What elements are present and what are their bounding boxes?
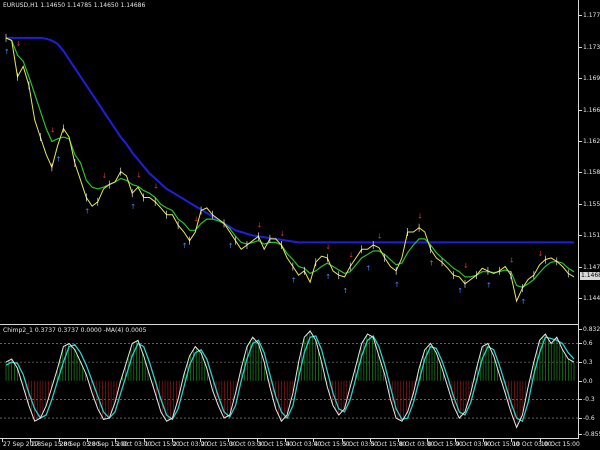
price-axis-label: 1.14795 bbox=[583, 263, 600, 271]
buy-arrow-icon: ↑ bbox=[291, 277, 297, 285]
price-axis-label: 1.14430 bbox=[583, 295, 600, 303]
oscillator-axis-label: -0.8555 bbox=[583, 431, 600, 438]
price-axis-label: 1.17715 bbox=[583, 12, 600, 20]
sell-arrow-icon: ↓ bbox=[136, 171, 142, 179]
sell-arrow-icon: ↓ bbox=[509, 257, 515, 265]
fast-ma-line bbox=[5, 37, 575, 288]
buy-arrow-icon: ↑ bbox=[343, 287, 349, 295]
price-chart-pane[interactable]: EURUSD,H1 1.14650 1.14785 1.14650 1.1468… bbox=[0, 0, 579, 325]
buy-arrow-icon: ↑ bbox=[457, 287, 463, 295]
price-axis-label: 1.15525 bbox=[583, 200, 600, 208]
oscillator-axis-tick bbox=[579, 329, 582, 330]
price-chart-svg: ↓ ↓ ↓ ↓ ↓ ↓ ↓ ↓ ↓ ↓ ↓ ↓ ↓ ↓ ↓ ↑ ↑ ↑ ↑ ↑ ↑ ↑ ↑ ↑ ↑ ↑ ↑ ↑ ↑ ↑ bbox=[4, 33, 575, 306]
price-axis-tick bbox=[579, 140, 582, 142]
sell-arrow-icon: ↓ bbox=[538, 250, 544, 258]
sell-arrow-icon: ↓ bbox=[279, 230, 285, 238]
buy-arrow-icon: ↑ bbox=[182, 242, 188, 250]
price-axis-label: 1.16620 bbox=[583, 106, 600, 114]
oscillator-axis-label: 0.3 bbox=[583, 359, 593, 367]
buy-arrow-icon: ↑ bbox=[429, 259, 435, 267]
sell-arrow-icon: ↓ bbox=[325, 243, 331, 251]
buy-arrow-icon: ↑ bbox=[520, 298, 526, 306]
time-axis-label: 10 Oct 15:00 bbox=[540, 441, 580, 448]
price-axis-label: 1.16255 bbox=[583, 137, 600, 145]
oscillator-svg bbox=[0, 330, 578, 429]
price-axis-tick bbox=[579, 203, 582, 205]
oscillator-axis-tick bbox=[579, 343, 582, 345]
buy-arrow-icon: ↑ bbox=[228, 242, 234, 250]
buy-arrow-icon: ↑ bbox=[486, 282, 492, 290]
oscillator-pane[interactable]: Chimp2_1 0.3737 0.3737 0.0000 -MA(4) 0.0… bbox=[0, 325, 579, 439]
sell-arrow-icon: ↓ bbox=[463, 262, 469, 270]
price-axis-label: 1.17350 bbox=[583, 43, 600, 51]
price-axis-tick bbox=[579, 235, 582, 237]
buy-arrow-icon: ↑ bbox=[325, 273, 331, 281]
oscillator-axis-label: 0.8324 bbox=[583, 326, 600, 333]
sell-arrow-icon: ↓ bbox=[102, 172, 108, 180]
price-axis-tick bbox=[579, 172, 582, 174]
oscillator-axis-tick bbox=[579, 418, 582, 420]
current-price-label: 1.14686 bbox=[580, 272, 600, 281]
sell-arrow-icon: ↓ bbox=[153, 183, 159, 191]
slow-ma-line bbox=[6, 36, 574, 244]
buy-arrow-icon: ↑ bbox=[56, 156, 62, 164]
sell-arrow-icon: ↓ bbox=[15, 40, 21, 48]
sell-arrow-icon: ↓ bbox=[417, 213, 423, 221]
buy-arrow-icon: ↑ bbox=[4, 48, 10, 56]
oscillator-axis-tick bbox=[579, 362, 582, 364]
oscillator-axis-tick bbox=[579, 399, 582, 401]
oscillator-axis-label: -0.3 bbox=[583, 396, 595, 404]
buy-arrow-icon: ↑ bbox=[130, 203, 136, 211]
oscillator-axis-label: -0.6 bbox=[583, 415, 595, 423]
sell-arrow-icon: ↓ bbox=[348, 252, 354, 260]
sell-arrow-icon: ↓ bbox=[256, 221, 262, 229]
price-line bbox=[5, 37, 575, 303]
price-axis-tick bbox=[579, 46, 582, 48]
price-axis-label: 1.15160 bbox=[583, 232, 600, 240]
price-axis-label: 1.16985 bbox=[583, 75, 600, 82]
sell-arrow-icon: ↓ bbox=[377, 233, 383, 241]
sell-arrow-icon: ↓ bbox=[50, 126, 56, 134]
buy-arrow-icon: ↑ bbox=[365, 264, 371, 272]
buy-arrow-icon: ↑ bbox=[84, 208, 90, 216]
buy-arrow-icon: ↑ bbox=[394, 281, 400, 289]
oscillator-axis-tick bbox=[579, 380, 582, 382]
price-axis-tick bbox=[579, 109, 582, 111]
price-axis-tick bbox=[579, 78, 582, 79]
price-axis-tick bbox=[579, 298, 582, 300]
oscillator-axis-tick bbox=[579, 434, 582, 435]
price-axis-tick bbox=[579, 266, 582, 268]
oscillator-axis-label: 0.0 bbox=[583, 377, 593, 385]
price-axis-tick bbox=[579, 15, 582, 17]
sell-arrow-icon: ↓ bbox=[193, 215, 199, 223]
time-axis[interactable]: 27 Sep 2018 27 Sep 15:00 28 Sep 03:00 28 Se… bbox=[0, 439, 580, 450]
oscillator-axis-label: 0.6 bbox=[583, 340, 593, 348]
oscillator-axis[interactable]: 0.8324 0.6 0.3 0.0 -0.3 -0.6 -0.8555 bbox=[579, 325, 600, 439]
price-axis-label: 1.15890 bbox=[583, 169, 600, 177]
